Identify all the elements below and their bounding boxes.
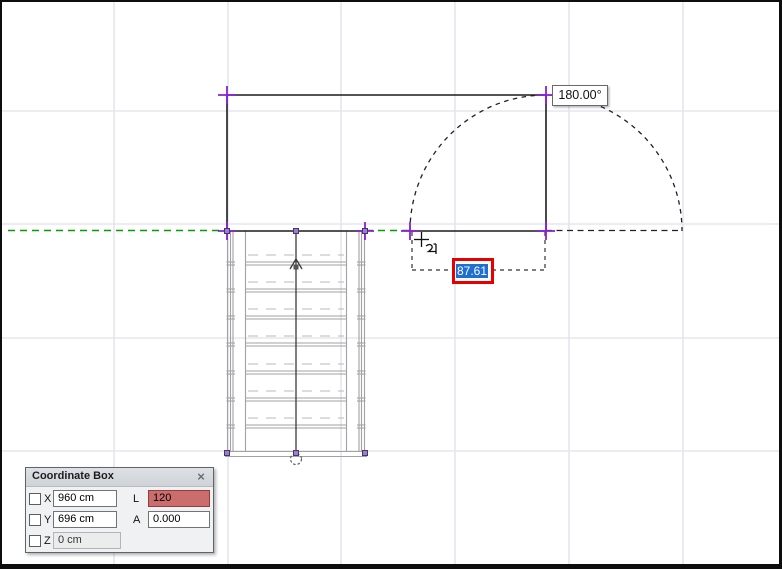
length-field-label: L: [133, 493, 139, 505]
staircase-symbol: [225, 231, 367, 465]
z-axis-checkbox[interactable]: [29, 535, 41, 547]
x-axis-checkbox[interactable]: [29, 493, 41, 505]
selection-handle[interactable]: [363, 229, 368, 234]
selection-handle[interactable]: [294, 451, 299, 456]
drawing-stage: 180.00° 87.61 Coordinate Box × X 960 cm …: [2, 2, 779, 564]
wall-outline: [227, 95, 546, 231]
crosshair-cursor-icon: [414, 232, 436, 254]
z-axis-label: Z: [44, 535, 51, 547]
angle-field-label: A: [133, 514, 140, 526]
palette-title: Coordinate Box: [32, 470, 114, 482]
selection-handle[interactable]: [363, 451, 368, 456]
edit-hotspots[interactable]: [218, 86, 555, 456]
cad-drawing-window: 180.00° 87.61 Coordinate Box × X 960 cm …: [0, 0, 782, 569]
length-tracker-input[interactable]: 87.61: [452, 258, 494, 284]
x-coordinate-field[interactable]: 960 cm: [53, 490, 117, 507]
y-axis-label: Y: [44, 514, 51, 526]
selection-handle[interactable]: [225, 229, 230, 234]
z-coordinate-field: 0 cm: [53, 532, 121, 549]
selection-handle[interactable]: [225, 451, 230, 456]
y-axis-checkbox[interactable]: [29, 514, 41, 526]
y-coordinate-field[interactable]: 696 cm: [53, 511, 117, 528]
coordinate-box-palette: Coordinate Box × X 960 cm L 120 Y 696 cm…: [25, 467, 214, 553]
palette-titlebar[interactable]: Coordinate Box ×: [26, 468, 213, 487]
angle-tracker-tooltip: 180.00°: [552, 85, 608, 106]
selection-handle[interactable]: [294, 229, 299, 234]
angle-field[interactable]: 0.000: [148, 511, 210, 528]
length-selected-text: 87.61: [456, 264, 488, 278]
length-field[interactable]: 120: [148, 490, 210, 507]
close-icon[interactable]: ×: [194, 469, 208, 484]
x-axis-label: X: [44, 493, 51, 505]
